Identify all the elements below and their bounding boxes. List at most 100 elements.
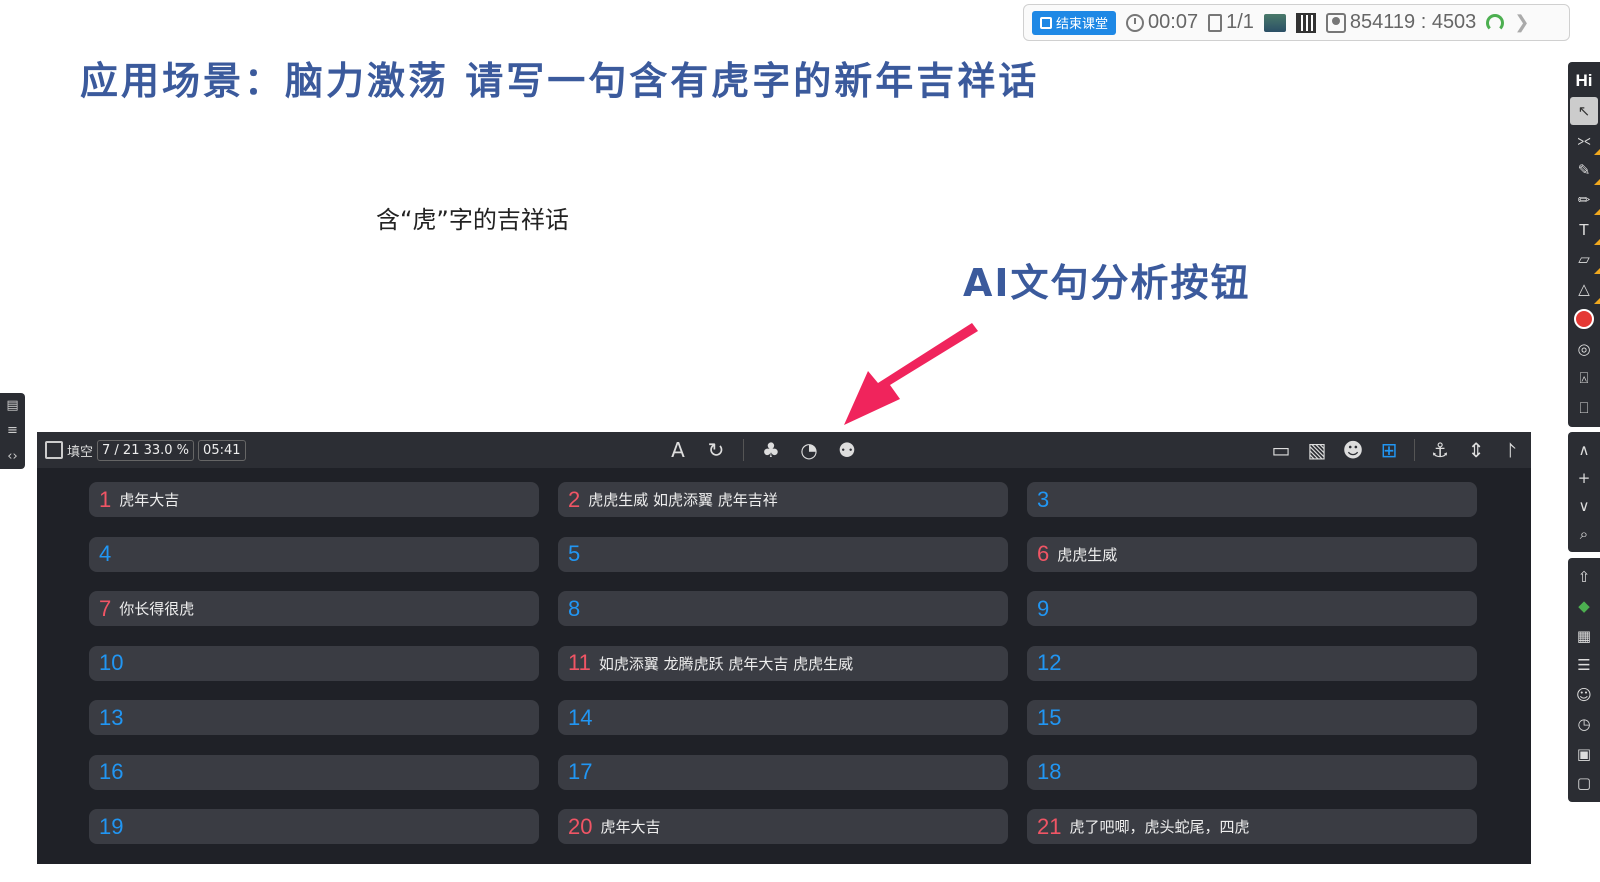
pin-icon[interactable]: ⚓	[1429, 438, 1451, 462]
shape-icon[interactable]: △	[1570, 275, 1600, 304]
qr-code-icon[interactable]	[1295, 12, 1316, 33]
left-toolbar: ▤ ≡ ‹›	[0, 393, 25, 469]
answer-cell[interactable]: 20 虎年大吉	[558, 809, 1008, 844]
student-icon[interactable]: ☺	[1570, 681, 1598, 709]
answer-number: 18	[1037, 759, 1062, 784]
trash-icon[interactable]: ⎕	[1570, 394, 1598, 422]
answer-number: 15	[1037, 704, 1062, 730]
answer-cell[interactable]: 8	[558, 591, 1008, 626]
toolbar-divider	[743, 439, 744, 461]
answer-cell[interactable]: 18	[1027, 754, 1477, 790]
text-icon[interactable]: T	[1570, 216, 1600, 245]
exit-icon[interactable]: ▢	[1570, 770, 1598, 798]
answer-cell[interactable]: 21 虎了吧唧，虎头蛇尾，四虎	[1027, 809, 1477, 844]
answer-cell[interactable]: 1 虎年大吉	[89, 482, 539, 517]
answer-cell[interactable]: 14	[558, 700, 1008, 735]
end-class-label: 结束课堂	[1056, 16, 1109, 31]
answer-text: 虎了吧唧，虎头蛇尾，四虎	[1069, 818, 1250, 836]
annotation-arrow-icon	[844, 323, 978, 425]
eraser-icon[interactable]: ▱	[1570, 246, 1600, 275]
screen-icon[interactable]: ▭	[1270, 438, 1292, 462]
ai-image-icon[interactable]: ▣	[1570, 740, 1598, 768]
answer-cell[interactable]: 19	[89, 809, 539, 844]
room-code[interactable]: 854119 : 4503	[1325, 11, 1476, 34]
answer-cell[interactable]: 4	[89, 536, 539, 572]
screen-thumbnail-icon[interactable]	[1263, 13, 1286, 32]
answer-cell[interactable]: 15	[1027, 700, 1477, 735]
signal-icon	[1486, 13, 1505, 32]
answer-number: 3	[1037, 486, 1050, 512]
answer-number: 20	[568, 813, 593, 839]
answer-cell[interactable]: 11 如虎添翼 龙腾虎跃 虎年大吉 虎虎生威	[558, 645, 1008, 681]
stopwatch-icon[interactable]: ◷	[1570, 711, 1598, 739]
word-cloud-icon[interactable]: ♣	[760, 438, 782, 462]
pen-icon[interactable]: ✎	[1570, 156, 1600, 185]
zoom-icon[interactable]: ⌕	[1570, 521, 1598, 547]
clear-icon[interactable]: ⍓	[1570, 365, 1598, 393]
group-icon[interactable]: ☻	[1342, 438, 1364, 462]
code-icon[interactable]: ‹›	[7, 449, 17, 464]
upload-icon[interactable]: ⇧	[1570, 563, 1598, 591]
answer-cell[interactable]: 12	[1027, 645, 1477, 681]
answer-cell[interactable]: 3	[1027, 482, 1477, 517]
highlighter-icon[interactable]: ✏	[1570, 186, 1600, 215]
answer-text: 虎虎生威 如虎添翼 虎年吉祥	[588, 491, 778, 509]
palette-icon[interactable]	[1570, 305, 1598, 333]
pointer-icon[interactable]: ↖	[1570, 96, 1598, 125]
plus-icon[interactable]: +	[1570, 465, 1598, 491]
resize-icon[interactable]: ⇕	[1465, 438, 1487, 462]
chevron-up-icon[interactable]: ∧	[1570, 437, 1598, 463]
hi-logo[interactable]: Hi	[1570, 67, 1598, 95]
answer-number: 19	[99, 813, 124, 839]
answer-number: 2	[568, 486, 581, 512]
checklist-icon[interactable]: ☰	[1570, 652, 1598, 680]
answer-number: 13	[99, 704, 124, 730]
answer-text: 虎年大吉	[119, 491, 180, 509]
answer-number: 7	[99, 595, 112, 621]
slide-canvas: 结束课堂 00:07 1/1 854119 : 4503 ❯ 应用场景：脑力激荡…	[0, 0, 1600, 882]
answer-cell[interactable]: 9	[1027, 591, 1477, 626]
edit-icon[interactable]	[45, 441, 63, 459]
answer-number: 21	[1037, 813, 1062, 839]
chevron-down-icon[interactable]: ∨	[1570, 493, 1598, 519]
folder-icon[interactable]: ▤	[6, 398, 18, 413]
grid-view-icon[interactable]: ⊞	[1378, 438, 1400, 462]
page-icon	[1208, 13, 1223, 32]
contact-card-icon	[1325, 12, 1346, 33]
answer-cell[interactable]: 7 你长得很虎	[89, 591, 539, 626]
answer-number: 6	[1037, 541, 1050, 566]
answer-cell[interactable]: 10	[89, 645, 539, 681]
answer-grid: 1 虎年大吉 2 虎虎生威 如虎添翼 虎年吉祥 3 4 5 6 虎虎生威 7 你长得很虎 8 9 10 11…	[89, 482, 1479, 844]
apps-grid-icon[interactable]: ▦	[1570, 622, 1598, 650]
panel-toolbar-center: A ↻ ♣ ◔ ⚉	[667, 432, 858, 468]
answer-number: 4	[99, 541, 112, 566]
answer-cell[interactable]: 13	[89, 700, 539, 735]
page-text: 1/1	[1226, 11, 1254, 33]
page-indicator[interactable]: 1/1	[1208, 11, 1254, 34]
screenshot-icon[interactable]: ▧	[1306, 438, 1328, 462]
collapse-icon[interactable]: ⨡	[1501, 438, 1523, 462]
refresh-icon[interactable]: ↻	[705, 438, 727, 462]
gift-icon[interactable]: ◆	[1570, 593, 1598, 621]
panel-toolbar: 填空 7 / 21 33.0 % 05:41 A ↻ ♣ ◔ ⚉ ▭ ▧ ☻ ⊞…	[37, 432, 1531, 468]
right-toolbar-tools: Hi ↖ ⪥ ✎ ✏ T ▱ △ ◎ ⍓ ⎕	[1568, 62, 1600, 427]
answer-cell[interactable]: 5	[558, 536, 1008, 572]
chevron-right-icon[interactable]: ❯	[1514, 12, 1529, 33]
clock-icon	[1126, 13, 1145, 32]
end-class-button[interactable]: 结束课堂	[1032, 10, 1117, 35]
countdown-box: 05:41	[198, 439, 246, 461]
answer-number: 12	[1037, 650, 1062, 675]
answer-number: 10	[99, 650, 124, 675]
answer-cell[interactable]: 16	[89, 754, 539, 790]
answer-cell[interactable]: 17	[558, 754, 1008, 790]
answer-cell[interactable]: 6 虎虎生威	[1027, 536, 1477, 572]
answer-number: 11	[568, 650, 591, 675]
pie-chart-icon[interactable]: ◔	[798, 438, 820, 462]
laser-icon[interactable]: ⪥	[1570, 127, 1600, 156]
list-icon[interactable]: ≡	[7, 423, 18, 438]
ai-analysis-icon[interactable]: ⚉	[836, 438, 858, 462]
answer-cell[interactable]: 2 虎虎生威 如虎添翼 虎年吉祥	[558, 482, 1008, 517]
font-size-icon[interactable]: A	[667, 438, 689, 462]
answer-text: 虎年大吉	[600, 818, 661, 836]
camera-icon[interactable]: ◎	[1570, 335, 1598, 363]
